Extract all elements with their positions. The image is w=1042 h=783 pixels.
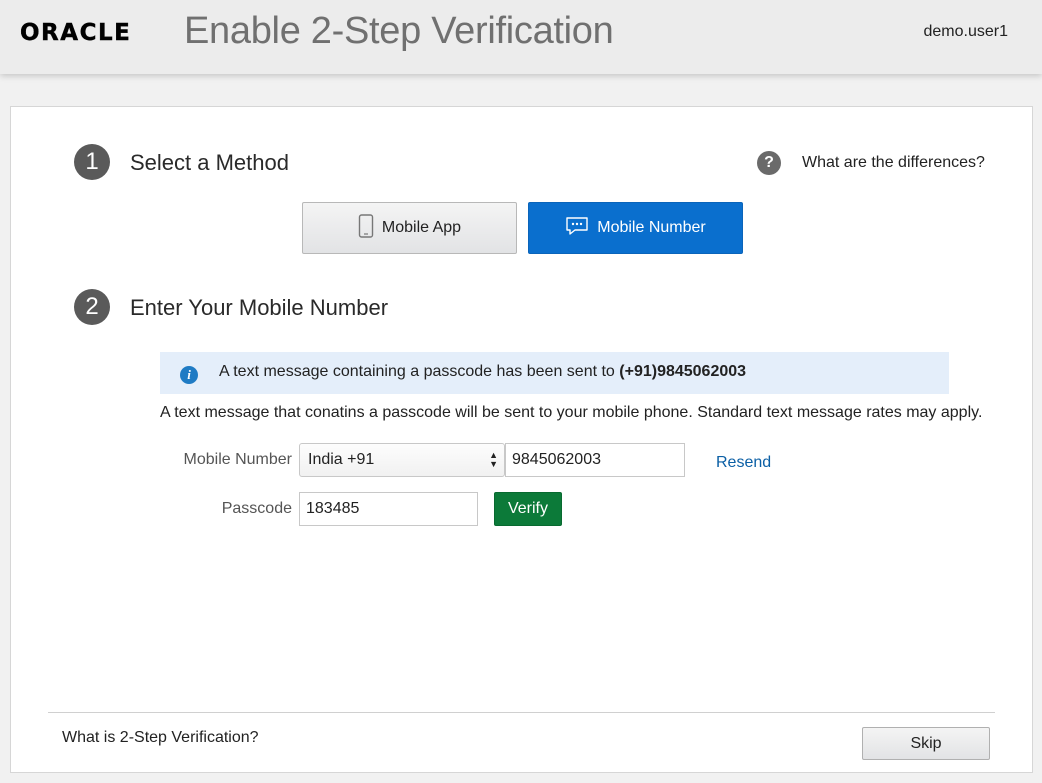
- main-panel: 1 Select a Method ? What are the differe…: [10, 106, 1033, 773]
- info-icon: i: [180, 366, 198, 384]
- oracle-logo: ORACLE: [20, 20, 132, 46]
- chat-bubble-icon: [565, 216, 589, 241]
- mobile-number-label: Mobile Number: [183, 451, 292, 468]
- page-title: Enable 2-Step Verification: [184, 10, 614, 52]
- user-menu[interactable]: demo.user1: [924, 23, 1009, 41]
- help-icon[interactable]: ?: [757, 151, 781, 175]
- info-banner: i A text message containing a passcode h…: [160, 352, 949, 394]
- sms-rates-note: A text message that conatins a passcode …: [160, 404, 983, 421]
- country-code-value: India +91: [308, 451, 375, 468]
- resend-link[interactable]: Resend: [716, 454, 771, 472]
- skip-button[interactable]: Skip: [862, 727, 990, 760]
- passcode-input[interactable]: 183485: [299, 492, 478, 526]
- step-2-badge: 2: [74, 289, 110, 325]
- verify-button[interactable]: Verify: [494, 492, 562, 526]
- what-is-2-step-link[interactable]: What is 2-Step Verification?: [62, 729, 259, 747]
- mobile-number-button[interactable]: Mobile Number: [528, 202, 743, 254]
- footer-divider: [48, 712, 995, 713]
- step-1-badge: 1: [74, 144, 110, 180]
- step-2-title: Enter Your Mobile Number: [130, 295, 389, 320]
- select-arrows-icon: ▲ ▼: [489, 450, 498, 469]
- phone-icon: [358, 213, 374, 243]
- differences-link[interactable]: What are the differences?: [802, 154, 985, 172]
- mobile-app-label: Mobile App: [381, 219, 462, 236]
- country-code-select[interactable]: India +91 ▲ ▼: [299, 443, 505, 477]
- passcode-label: Passcode: [221, 500, 292, 517]
- mobile-app-button[interactable]: Mobile App: [302, 202, 517, 254]
- phone-number-input[interactable]: 9845062003: [505, 443, 685, 477]
- mobile-number-label: Mobile Number: [597, 219, 706, 236]
- app-header: ORACLE Enable 2-Step Verification demo.u…: [0, 0, 1042, 74]
- step-1-title: Select a Method: [130, 150, 289, 175]
- info-message: A text message containing a passcode has…: [219, 363, 747, 380]
- sent-phone-number: (+91)9845062003: [619, 363, 747, 380]
